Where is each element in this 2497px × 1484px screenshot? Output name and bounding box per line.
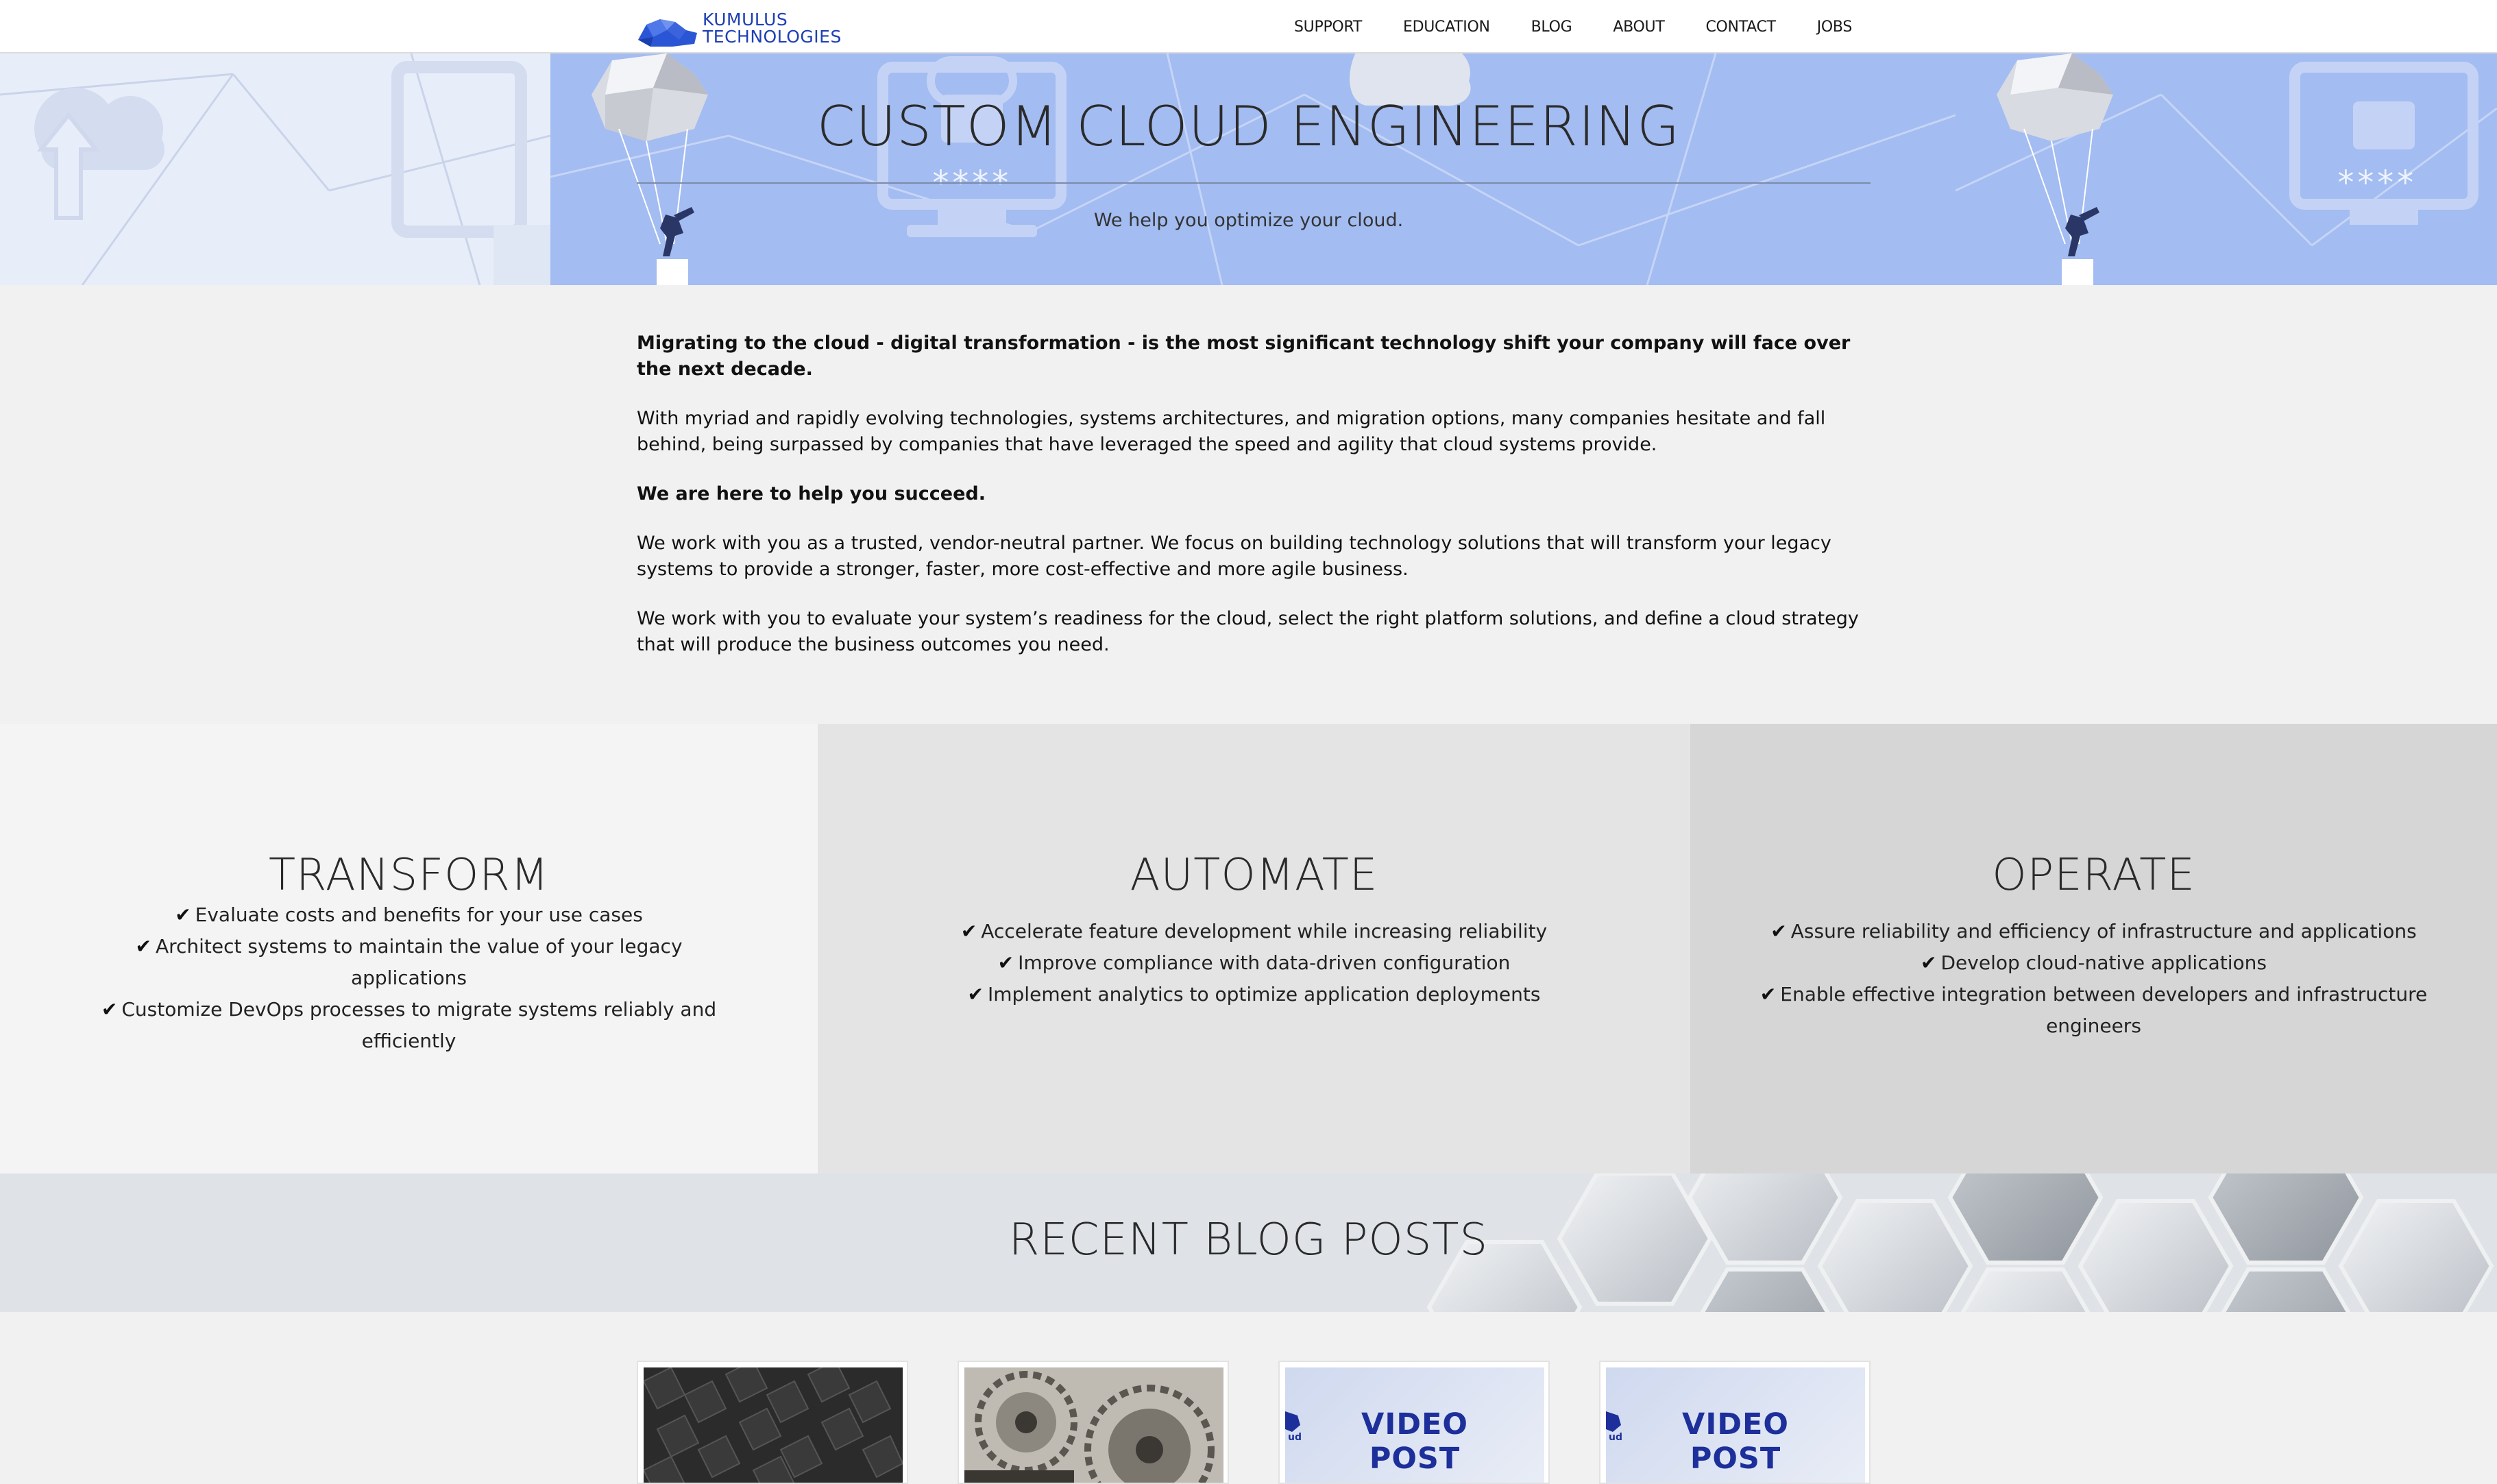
blog-thumbnail-gears — [964, 1367, 1223, 1483]
service-automate: AUTOMATE ✔ Accelerate feature development… — [818, 724, 1690, 1173]
logo-line-1: KUMULUS — [703, 10, 788, 29]
blog-card-4-video[interactable]: ud VIDEO POST — [1599, 1361, 1871, 1484]
checkmark-icon: ✔ — [1759, 983, 1777, 1006]
list-item: ✔ Accelerate feature development while in… — [921, 916, 1587, 947]
service-list-automate: ✔ Accelerate feature development while in… — [818, 916, 1690, 1010]
intro-lead: Migrating to the cloud - digital transfo… — [637, 332, 1851, 380]
service-list-transform: ✔ Evaluate costs and benefits for your us… — [0, 899, 818, 1057]
logo-line-2: TECHNOLOGIES — [703, 27, 842, 47]
list-item: ✔ Enable effective integration between de… — [1752, 979, 2435, 1042]
blog-card-3-video[interactable]: ud VIDEO POST — [1278, 1361, 1550, 1484]
list-item: ✔ Customize DevOps processes to migrate s… — [75, 994, 742, 1057]
checkmark-icon: ✔ — [997, 951, 1014, 974]
video-post-thumbnail: ud VIDEO POST — [1606, 1367, 1865, 1483]
list-item: ✔ Architect systems to maintain the value… — [75, 931, 742, 994]
checkmark-icon: ✔ — [175, 903, 191, 926]
blog-thumbnail-dark-texture — [642, 1362, 904, 1483]
intro-callout: We are here to help you succeed. — [637, 483, 986, 504]
service-list-operate: ✔ Assure reliability and efficiency of in… — [1690, 916, 2497, 1042]
list-item: ✔ Assure reliability and efficiency of in… — [1752, 916, 2435, 947]
blog-card-2[interactable] — [958, 1361, 1229, 1484]
hero-banner: **** **** CUSTOM CLOUD ENGINEERING We he… — [0, 53, 2497, 285]
logo-wordmark: KUMULUS TECHNOLOGIES — [703, 11, 842, 45]
cloud-logo-icon — [638, 19, 697, 47]
hero-subtitle: We help you optimize your cloud. — [1093, 210, 1404, 231]
list-item: ✔ Evaluate costs and benefits for your us… — [75, 899, 742, 931]
checkmark-icon: ✔ — [135, 935, 151, 958]
nav-jobs-link[interactable]: JOBS — [1817, 19, 1853, 36]
nav-support-link[interactable]: SUPPORT — [1294, 19, 1362, 36]
hero-center-illustration: **** — [550, 53, 1956, 285]
video-post-label: VIDEO POST — [1682, 1407, 1789, 1476]
checkmark-icon: ✔ — [960, 920, 977, 942]
list-item: ✔ Develop cloud-native applications — [1752, 947, 2435, 979]
blog-card-1[interactable] — [637, 1361, 908, 1484]
checkmark-icon: ✔ — [1770, 920, 1787, 942]
service-title-automate: AUTOMATE — [1130, 850, 1378, 901]
checkmark-icon: ✔ — [1921, 951, 1937, 974]
kumulus-logo[interactable]: KUMULUS TECHNOLOGIES — [637, 10, 856, 48]
checkmark-icon: ✔ — [101, 998, 118, 1021]
video-post-label: VIDEO POST — [1361, 1407, 1468, 1476]
nav-education-link[interactable]: EDUCATION — [1403, 19, 1490, 36]
main-menu: SUPPORT EDUCATION BLOG ABOUT CONTACT JOB… — [1253, 0, 1852, 53]
hero-divider — [637, 182, 1871, 184]
intro-paragraph-4: We work with you as a trusted, vendor-ne… — [637, 533, 1831, 580]
video-post-thumbnail: ud VIDEO POST — [1285, 1367, 1544, 1483]
list-item: ✔ Implement analytics to optimize applica… — [921, 979, 1587, 1010]
service-title-operate: OPERATE — [1992, 850, 2195, 901]
list-item: ✔ Improve compliance with data-driven con… — [921, 947, 1587, 979]
blog-section-title: RECENT BLOG POSTS — [1008, 1215, 1489, 1265]
hero-title: CUSTOM CLOUD ENGINEERING — [816, 95, 1681, 158]
intro-paragraph-5: We work with you to evaluate your system… — [637, 608, 1859, 655]
checkmark-icon: ✔ — [967, 983, 984, 1006]
recent-blog-banner: RECENT BLOG POSTS — [0, 1173, 2497, 1312]
nav-about-link[interactable]: ABOUT — [1613, 19, 1664, 36]
intro-paragraph-2: With myriad and rapidly evolving technol… — [637, 408, 1826, 455]
intro-section: Migrating to the cloud - digital transfo… — [637, 330, 1871, 681]
top-navbar: KUMULUS TECHNOLOGIES SUPPORT EDUCATION B… — [0, 0, 2497, 53]
nav-blog-link[interactable]: BLOG — [1531, 19, 1572, 36]
hero-right-illustration: **** — [1956, 53, 2497, 285]
service-transform: TRANSFORM ✔ Evaluate costs and benefits f… — [0, 724, 818, 1173]
password-mask-right: **** — [2336, 164, 2415, 202]
hero-left-illustration — [0, 53, 550, 285]
service-title-transform: TRANSFORM — [268, 850, 550, 901]
service-operate: OPERATE ✔ Assure reliability and efficien… — [1690, 724, 2497, 1173]
nav-contact-link[interactable]: CONTACT — [1705, 19, 1776, 36]
